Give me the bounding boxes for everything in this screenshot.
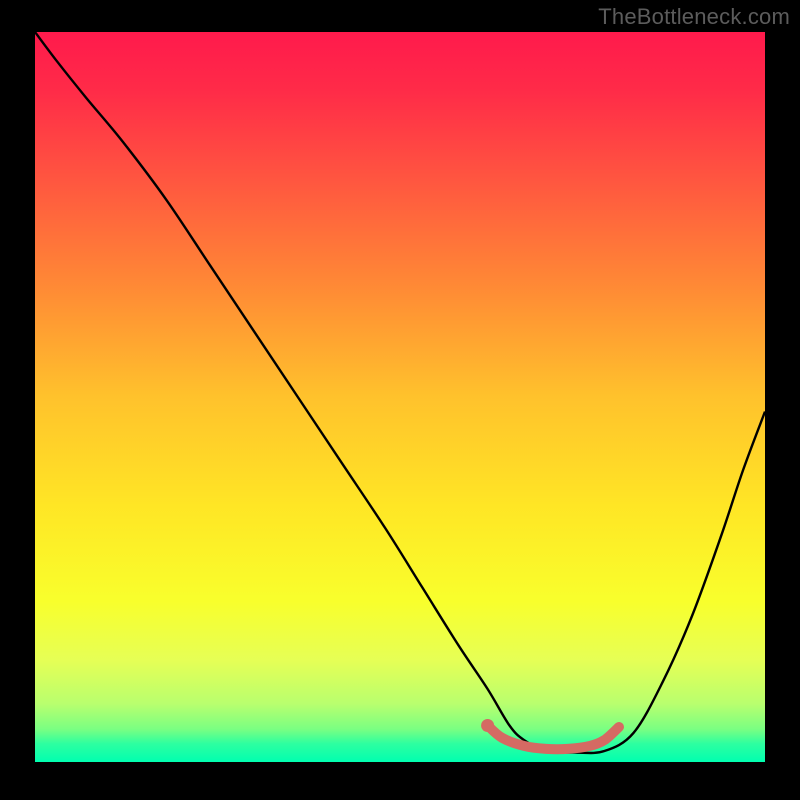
bottleneck-curve bbox=[35, 32, 765, 753]
plot-area bbox=[35, 32, 765, 762]
chart-frame: TheBottleneck.com bbox=[0, 0, 800, 800]
curve-layer bbox=[35, 32, 765, 762]
valley-marker-line bbox=[488, 726, 619, 750]
watermark-text: TheBottleneck.com bbox=[598, 4, 790, 30]
valley-marker-dot bbox=[481, 719, 494, 732]
